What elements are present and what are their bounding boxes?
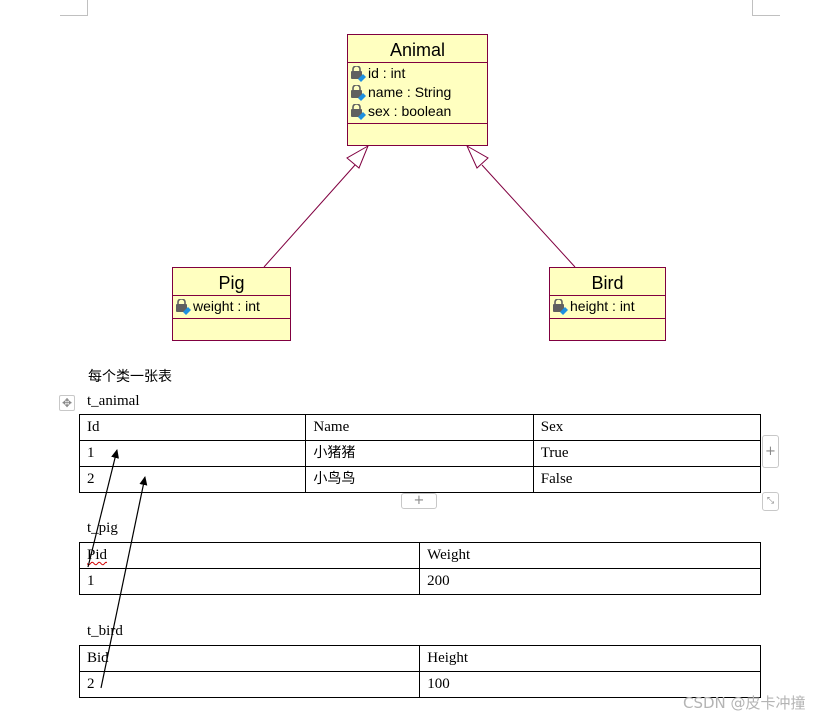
spellcheck-underlined-text: Pid <box>87 547 108 563</box>
class-attributes: id : int name : String sex : boolean <box>348 63 487 124</box>
generalization-arrowhead <box>346 144 370 169</box>
uml-class-pig[interactable]: Pig weight : int <box>172 267 291 341</box>
generalization-arrowhead <box>465 144 489 169</box>
section-heading: 每个类一张表 <box>88 369 172 385</box>
generalization-line <box>263 164 356 268</box>
table-cell[interactable]: 小猪猪 <box>305 440 534 467</box>
generalization-pig-animal <box>263 144 370 268</box>
class-operations <box>173 319 290 334</box>
class-operations <box>348 124 487 139</box>
table-t-bird: Bid Height 2 100 <box>78 645 761 698</box>
attribute-text: weight : int <box>193 298 260 314</box>
page-corner-mark-left <box>60 0 88 16</box>
class-attribute: id : int <box>350 64 487 83</box>
table-header-row: Pid Weight <box>78 542 761 569</box>
move-icon: ✥ <box>61 396 73 410</box>
table-cell[interactable]: 200 <box>419 568 761 595</box>
uml-class-bird[interactable]: Bird height : int <box>549 267 666 341</box>
private-field-icon <box>351 84 366 101</box>
table-header-row: Id Name Sex <box>78 414 762 441</box>
table-cell[interactable]: 2 <box>78 466 307 493</box>
table-cell[interactable]: 1 <box>78 568 421 595</box>
table-cell[interactable]: 1 <box>78 440 307 467</box>
private-field-icon <box>176 298 191 315</box>
table-row: 2 100 <box>78 671 761 698</box>
attribute-text: sex : boolean <box>368 103 452 119</box>
header-cell[interactable]: Sex <box>532 414 762 441</box>
table-row: 2 小鸟鸟 False <box>78 466 762 493</box>
class-name: Animal <box>348 35 487 63</box>
header-cell[interactable]: Id <box>78 414 307 441</box>
class-name: Bird <box>550 268 665 296</box>
uml-class-animal[interactable]: Animal id : int name : String sex : bool… <box>347 34 488 146</box>
header-cell[interactable]: Name <box>305 414 534 441</box>
table-cell[interactable]: 小鸟鸟 <box>305 466 534 493</box>
table-cell[interactable]: 2 <box>78 671 421 698</box>
header-cell[interactable]: Pid <box>78 542 421 569</box>
table-move-handle[interactable]: ✥ <box>59 395 75 411</box>
attribute-text: name : String <box>368 84 452 100</box>
table-row: 1 200 <box>78 568 761 595</box>
class-attribute: name : String <box>350 83 487 102</box>
table-t-pig: Pid Weight 1 200 <box>78 542 761 595</box>
table-resize-handle[interactable]: ⤡ <box>762 492 779 511</box>
header-cell[interactable]: Weight <box>419 542 761 569</box>
table-header-row: Bid Height <box>78 645 761 672</box>
class-operations <box>550 319 665 334</box>
attribute-text: height : int <box>570 298 635 314</box>
table-caption-bird: t_bird <box>87 623 123 639</box>
generalization-line <box>481 164 576 268</box>
private-field-icon <box>553 298 568 315</box>
table-caption-animal: t_animal <box>87 393 140 409</box>
class-attribute: sex : boolean <box>350 102 487 121</box>
resize-icon: ⤡ <box>766 496 775 506</box>
class-name: Pig <box>173 268 290 296</box>
table-t-animal: Id Name Sex 1 小猪猪 True 2 小鸟鸟 False <box>78 414 762 493</box>
attribute-text: id : int <box>368 65 406 81</box>
watermark: CSDN @皮卡冲撞 <box>683 694 806 712</box>
class-attributes: weight : int <box>173 296 290 319</box>
private-field-icon <box>351 65 366 82</box>
table-cell[interactable]: True <box>532 440 762 467</box>
class-attributes: height : int <box>550 296 665 319</box>
class-attribute: weight : int <box>175 297 290 316</box>
table-row: 1 小猪猪 True <box>78 440 762 467</box>
add-row-button[interactable]: + <box>401 493 437 509</box>
header-cell[interactable]: Bid <box>78 645 421 672</box>
header-cell[interactable]: Height <box>419 645 761 672</box>
page-corner-mark-right <box>752 0 780 16</box>
generalization-bird-animal <box>465 144 576 268</box>
class-attribute: height : int <box>552 297 665 316</box>
add-column-button[interactable]: + <box>762 435 779 468</box>
table-cell[interactable]: False <box>532 466 762 493</box>
private-field-icon <box>351 103 366 120</box>
table-caption-pig: t_pig <box>87 520 118 536</box>
